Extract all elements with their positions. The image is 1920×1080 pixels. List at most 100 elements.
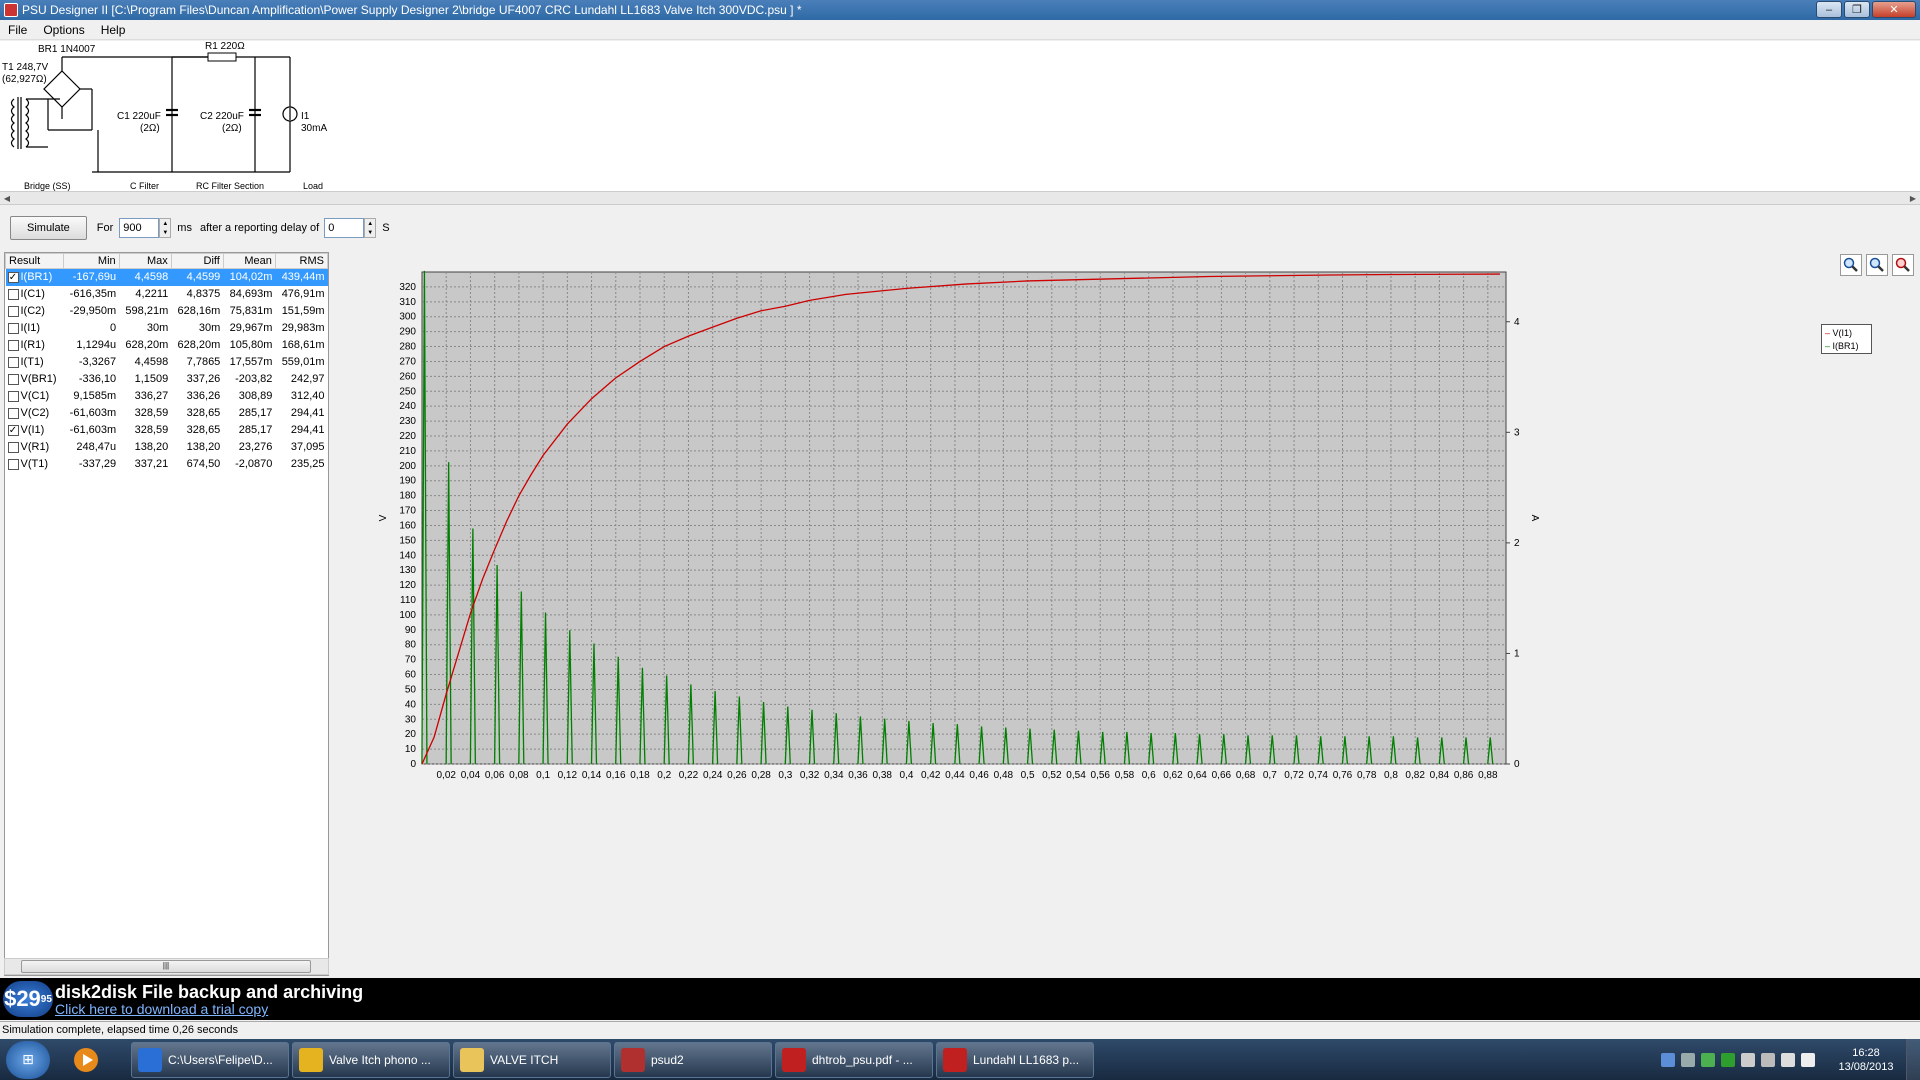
- column-header-diff[interactable]: Diff: [170, 253, 224, 269]
- zoom-out-icon[interactable]: [1866, 254, 1888, 276]
- y-left-tick-label: 70: [405, 655, 417, 666]
- spin-up-icon[interactable]: ▲: [160, 219, 171, 228]
- tray-speaker-icon[interactable]: [1801, 1052, 1815, 1067]
- tray-check-icon[interactable]: [1721, 1052, 1735, 1067]
- result-checkbox[interactable]: ✓: [7, 424, 19, 436]
- duration-input[interactable]: [119, 218, 160, 238]
- table-row[interactable]: I(C1) -616,35m 4,2211 4,8375 84,693m 476,91m: [6, 286, 328, 303]
- column-header-mean[interactable]: Mean: [222, 253, 276, 269]
- taskbar-button[interactable]: C:\Users\Felipe\D...: [131, 1041, 289, 1078]
- scroll-thumb[interactable]: |||: [21, 960, 311, 973]
- spin-down-icon[interactable]: ▼: [365, 228, 376, 237]
- x-tick-label: 0,5: [1021, 770, 1035, 781]
- tray-device-icon[interactable]: [1741, 1052, 1755, 1067]
- result-value-cell: 0: [110, 322, 117, 334]
- table-row[interactable]: I(R1) 1,1294u 628,20m 628,20m 105,80m 168,61m: [6, 337, 328, 354]
- result-checkbox[interactable]: [7, 407, 19, 419]
- table-row[interactable]: V(C2) -61,603m 328,59 328,65 285,17 294,41: [6, 405, 328, 422]
- waveform-chart[interactable]: 0,02 0,04 0,06 0,08 0,1 0,12 0,14 0,16 0,18 0,2 0,…: [334, 252, 1920, 976]
- schematic-hscrollbar[interactable]: ◀ ▶: [0, 191, 1920, 205]
- tray-security-icon[interactable]: [1701, 1052, 1715, 1067]
- result-value-cell: 248,47u: [76, 441, 117, 453]
- tray-app-icon[interactable]: [1681, 1052, 1695, 1067]
- result-checkbox[interactable]: [7, 373, 19, 385]
- table-row[interactable]: I(C2) -29,950m 598,21m 628,16m 75,831m 151,59…: [6, 303, 328, 320]
- start-button[interactable]: ⊞: [6, 1040, 50, 1079]
- result-value-cell: -61,603m: [69, 407, 117, 419]
- menu-file[interactable]: File: [0, 23, 35, 37]
- current-source-symbol[interactable]: [282, 106, 298, 122]
- result-checkbox[interactable]: [7, 458, 19, 470]
- taskbar-button[interactable]: Valve Itch phono ...: [292, 1041, 450, 1078]
- y-left-tick-label: 50: [405, 684, 417, 695]
- table-row[interactable]: I(I1) 0 30m 30m 29,967m 29,983m: [6, 320, 328, 337]
- delay-input[interactable]: [324, 218, 365, 238]
- column-header-rms[interactable]: RMS: [274, 253, 329, 269]
- ad-banner[interactable]: $29 95 disk2disk File backup and archivin…: [0, 978, 1920, 1020]
- y-right-tick-label: 0: [1514, 759, 1520, 770]
- y-left-tick-label: 110: [400, 595, 416, 606]
- column-header-min[interactable]: Min: [62, 253, 120, 269]
- title-bar[interactable]: PSU Designer II [C:\Program Files\Duncan…: [0, 0, 1920, 20]
- schematic-panel[interactable]: BR1 1N4007 T1 248,7V (62,927Ω) R1 220Ω C…: [0, 41, 1920, 191]
- taskbar-button[interactable]: VALVE ITCH: [453, 1041, 611, 1078]
- x-tick-label: 0,78: [1357, 770, 1377, 781]
- zoom-in-icon[interactable]: [1840, 254, 1862, 276]
- results-table-panel: Result Min Max Diff Mean RMS ✓ I(BR1) -167,69u 4…: [4, 252, 329, 976]
- result-checkbox[interactable]: [7, 390, 19, 402]
- show-desktop-button[interactable]: [1906, 1039, 1920, 1080]
- table-row[interactable]: V(T1) -337,29 337,21 674,50 -2,0870 235,25: [6, 456, 328, 473]
- column-header-max[interactable]: Max: [118, 253, 172, 269]
- taskbar-button[interactable]: psud2: [614, 1041, 772, 1078]
- result-checkbox[interactable]: ✓: [7, 271, 19, 283]
- table-row[interactable]: V(C1) 9,1585m 336,27 336,26 308,89 312,40: [6, 388, 328, 405]
- result-checkbox[interactable]: [7, 441, 19, 453]
- table-row[interactable]: V(R1) 248,47u 138,20 138,20 23,276 37,095: [6, 439, 328, 456]
- x-tick-label: 0,06: [485, 770, 505, 781]
- simulate-button[interactable]: Simulate: [10, 216, 87, 240]
- duration-spinner[interactable]: ▲ ▼: [159, 218, 172, 238]
- delay-spinner[interactable]: ▲ ▼: [364, 218, 377, 238]
- chrome-icon: [299, 1047, 323, 1072]
- minimize-button[interactable]: –: [1816, 1, 1842, 18]
- menu-help[interactable]: Help: [93, 23, 134, 37]
- taskbar-button[interactable]: dhtrob_psu.pdf - ...: [775, 1041, 933, 1078]
- column-header-result[interactable]: Result: [5, 253, 64, 269]
- scroll-left-arrow-icon[interactable]: ◀: [0, 192, 14, 204]
- media-player-icon[interactable]: [68, 1042, 104, 1078]
- taskbar-button[interactable]: Lundahl LL1683 p...: [936, 1041, 1094, 1078]
- y-left-tick-label: 10: [405, 744, 417, 755]
- spin-down-icon[interactable]: ▼: [160, 228, 171, 237]
- result-checkbox[interactable]: [7, 288, 19, 300]
- app-window: PSU Designer II [C:\Program Files\Duncan…: [0, 0, 1920, 1080]
- maximize-button[interactable]: ❐: [1844, 1, 1870, 18]
- table-row[interactable]: ✓ I(BR1) -167,69u 4,4598 4,4599 104,02m 439,44…: [5, 268, 328, 286]
- zoom-reset-icon[interactable]: [1892, 254, 1914, 276]
- for-label: For: [96, 222, 114, 234]
- tray-flag-icon[interactable]: [1781, 1052, 1795, 1067]
- spin-up-icon[interactable]: ▲: [365, 219, 376, 228]
- tray-network-icon[interactable]: [1661, 1052, 1675, 1067]
- r1-resistor-symbol[interactable]: [207, 52, 237, 62]
- table-row[interactable]: V(BR1) -336,10 1,1509 337,26 -203,82 242,97: [6, 371, 328, 388]
- menu-options[interactable]: Options: [35, 23, 92, 37]
- ad-download-link[interactable]: Click here to download a trial copy: [55, 1001, 268, 1017]
- x-tick-label: 0,7: [1263, 770, 1277, 781]
- result-checkbox[interactable]: [7, 339, 19, 351]
- transformer-symbol[interactable]: [10, 97, 61, 149]
- clock-time: 16:28: [1852, 1046, 1880, 1059]
- result-value-cell: 328,59: [134, 424, 169, 436]
- result-checkbox[interactable]: [7, 305, 19, 317]
- result-checkbox[interactable]: [7, 356, 19, 368]
- x-tick-label: 0,76: [1333, 770, 1353, 781]
- results-hscrollbar[interactable]: |||: [4, 958, 329, 975]
- bridge-rectifier-symbol[interactable]: [43, 56, 98, 131]
- psud-icon: [621, 1047, 645, 1072]
- tray-volume-icon[interactable]: [1761, 1052, 1775, 1067]
- scroll-right-arrow-icon[interactable]: ▶: [1906, 192, 1920, 204]
- table-row[interactable]: I(T1) -3,3267 4,4598 7,7865 17,557m 559,01m: [6, 354, 328, 371]
- close-button[interactable]: ✕: [1872, 1, 1916, 18]
- result-checkbox[interactable]: [7, 322, 19, 334]
- taskbar-clock[interactable]: 16:28 13/08/2013: [1826, 1046, 1906, 1074]
- table-row[interactable]: ✓ V(I1) -61,603m 328,59 328,65 285,17 294,41: [6, 422, 328, 439]
